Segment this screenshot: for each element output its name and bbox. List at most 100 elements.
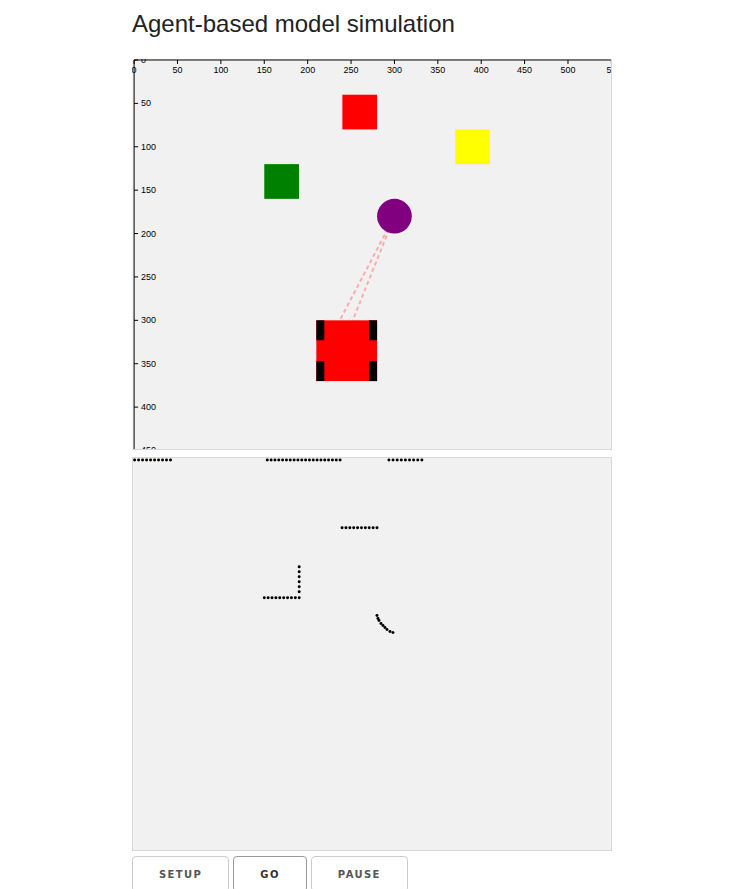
y-tick-label: 50 [141,98,151,108]
trail-dot [266,458,269,461]
trail-dot [298,590,301,593]
trail-dot [388,630,391,633]
x-tick-label: 150 [257,65,272,75]
trail-dot [312,458,315,461]
trail-dot [274,596,277,599]
wheel-icon [316,320,324,340]
trail-dot [165,458,168,461]
world-canvas: 0501001502002503003504004505005505010015… [132,59,611,449]
trail-dot [375,526,378,529]
y-tick-label: 150 [141,185,156,195]
trail-dot [137,458,140,461]
trail-dot [339,458,342,461]
x-tick-label: 350 [430,65,445,75]
x-tick-label: 50 [173,65,183,75]
y-tick-label: 350 [141,359,156,369]
trail-dot [335,458,338,461]
trail-dot [278,596,281,599]
wheel-icon [369,320,377,340]
trail-dot [356,526,359,529]
trail-dot [277,458,280,461]
trail-dot [271,596,274,599]
trail-dot [308,458,311,461]
x-tick-label: 500 [561,65,576,75]
trail-dot [298,575,301,578]
trail-dot [316,458,319,461]
y-tick-label: 450 [141,445,156,449]
x-tick-label: 250 [344,65,359,75]
trail-dot [319,458,322,461]
x-tick-label: 100 [213,65,228,75]
control-bar: SETUPGOPAUSE [132,856,612,889]
world-panel: 0501001502002503003504004505005505010015… [132,59,612,450]
y-tick-label: 300 [141,315,156,325]
trail-dot [286,596,289,599]
trail-dot [323,458,326,461]
trail-dot [282,596,285,599]
wheel-icon [369,361,377,381]
trail-dot [400,458,403,461]
sensor-line [340,216,395,320]
trail-dot [348,526,351,529]
control-button[interactable]: GO [233,856,307,889]
trail-dot [285,458,288,461]
trail-dot [289,458,292,461]
trail-dot [145,458,148,461]
trail-dot [420,458,423,461]
trail-dot [141,458,144,461]
control-button[interactable]: PAUSE [311,856,408,889]
y-tick-label: 200 [141,229,156,239]
y-axis: 0 50 100 150 200 250 300 350 400 450 [134,59,156,449]
trail-dot [161,458,164,461]
y-tick-label: 400 [141,402,156,412]
y-tick-label: 100 [141,142,156,152]
trail-dot [360,526,363,529]
trail-dot [133,458,136,461]
trail-dot [267,596,270,599]
trail-dot [153,458,156,461]
trail-dot [270,458,273,461]
trail-dot [304,458,307,461]
trail-dot [344,526,347,529]
car-agent [316,320,377,381]
trail-dot [157,458,160,461]
trail-dot [296,458,299,461]
trail-dot [298,585,301,588]
control-button[interactable]: SETUP [132,856,229,889]
trail-dot [391,631,394,634]
trail-dot [300,458,303,461]
obstacle-square [455,129,490,164]
trail-dot [331,458,334,461]
trail-dot [416,458,419,461]
y-tick-label: 250 [141,272,156,282]
trail-dot [396,458,399,461]
trail-dot [377,619,380,622]
trail-dot [294,596,297,599]
x-tick-label: 200 [300,65,315,75]
trail-dot [298,596,301,599]
trail-dot [392,458,395,461]
trail-dot [387,458,390,461]
trail-dot [298,570,301,573]
page: Agent-based model simulation050100150200… [132,0,612,889]
trail-dot [263,596,266,599]
trail-dot [412,458,415,461]
trail-dot [298,580,301,583]
obstacle-square [342,95,377,130]
trail-dot [290,596,293,599]
x-tick-label: 450 [517,65,532,75]
target-circle [377,199,412,234]
x-axis: 0 50 100 150 200 250 300 350 400 450 500 55 [132,60,611,75]
trail-dot [341,526,344,529]
x-tick-label: 55 [606,65,611,75]
trail-dot [404,458,407,461]
trail-dot [327,458,330,461]
trail-dot [149,458,152,461]
trail-dot [352,526,355,529]
trail-dot [372,526,375,529]
x-tick-label: 400 [474,65,489,75]
wheel-icon [316,361,324,381]
trail-dot [364,526,367,529]
y-tick-label: 0 [141,59,146,65]
x-tick-label: 300 [387,65,402,75]
